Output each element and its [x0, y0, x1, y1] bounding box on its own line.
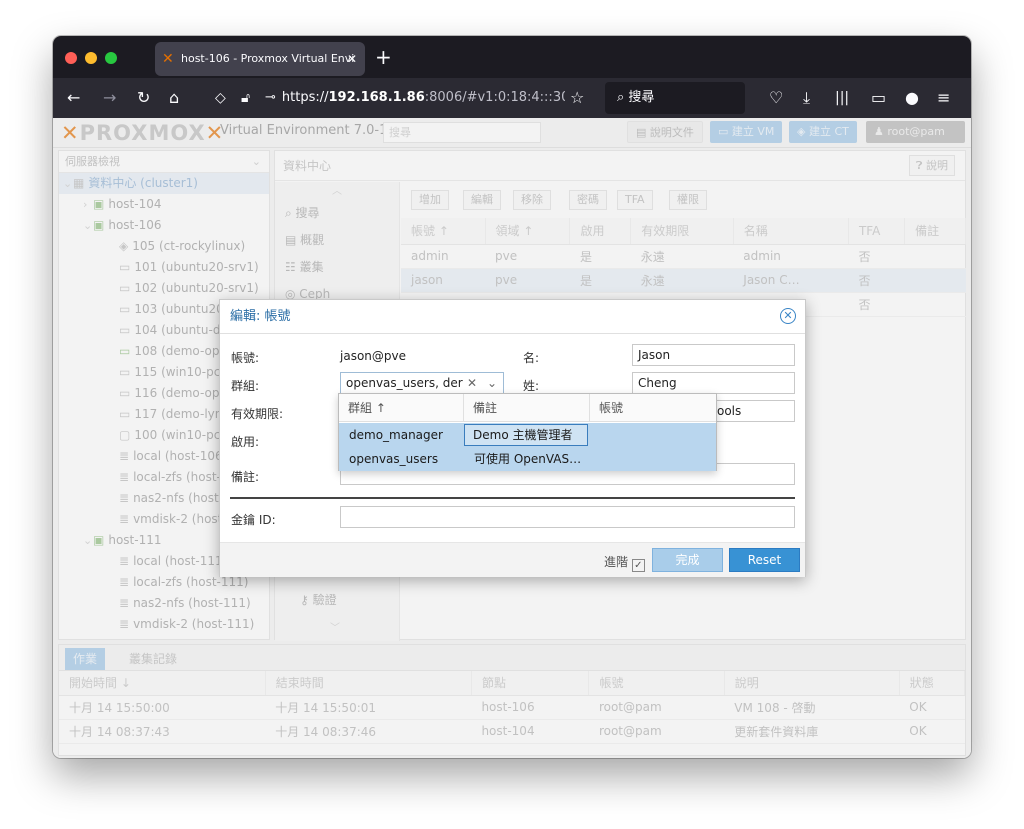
expire-label: 有效期限:: [231, 407, 284, 421]
enabled-label: 啟用:: [231, 435, 260, 449]
forward-icon[interactable]: →: [103, 86, 116, 110]
clear-icon[interactable]: ✕: [467, 373, 477, 393]
close-window-button[interactable]: [65, 52, 77, 64]
chevron-down-icon[interactable]: ⌄: [487, 373, 497, 393]
reload-icon[interactable]: ↻: [137, 86, 150, 110]
bookmark-star-icon[interactable]: ☆: [570, 86, 584, 110]
url-bar[interactable]: ⊸ https://192.168.1.86:8006/#v1:0:18:4:::…: [265, 83, 565, 113]
key-id-field[interactable]: [340, 506, 795, 528]
comment-label: 備註:: [231, 470, 260, 484]
browser-tab[interactable]: ✕ host-106 - Proxmox Virtual Envi ✕: [155, 42, 365, 76]
group-comment: Demo 主機管理者: [464, 424, 588, 446]
group-comment: 可使用 OpenVAS…: [474, 452, 582, 466]
group-option-row[interactable]: demo_manager Demo 主機管理者: [339, 423, 716, 447]
separator: [230, 497, 795, 499]
group-label: 群組:: [231, 379, 260, 393]
url-path: :8006/#v1:0:18:4:::30:6: [424, 90, 565, 105]
column-users[interactable]: 帳號: [590, 394, 716, 422]
browser-search[interactable]: ⌕ 搜尋: [605, 82, 745, 114]
downloads-icon[interactable]: ⤓: [803, 86, 810, 110]
menu-icon[interactable]: ≡: [937, 86, 950, 110]
browser-window: ✕ host-106 - Proxmox Virtual Envi ✕ + ← …: [53, 36, 971, 758]
ok-button[interactable]: 完成: [652, 548, 723, 572]
group-name: demo_manager: [349, 428, 443, 442]
advanced-checkbox[interactable]: ✓: [631, 559, 645, 572]
minimize-window-button[interactable]: [85, 52, 97, 64]
home-icon[interactable]: ⌂: [169, 86, 179, 110]
pocket-icon[interactable]: ♡: [769, 86, 783, 110]
proxmox-favicon-icon: ✕: [162, 51, 174, 67]
lastname-field[interactable]: Cheng: [632, 372, 795, 394]
advanced-toggle[interactable]: 進階 ✓: [604, 553, 645, 572]
key-icon: ⊸: [265, 90, 276, 105]
firstname-field[interactable]: Jason: [632, 344, 795, 366]
library-icon[interactable]: |||: [835, 86, 849, 110]
browser-search-label: 搜尋: [628, 90, 655, 105]
firstname-label: 名:: [523, 351, 540, 365]
sidebar-icon[interactable]: ▭: [871, 86, 886, 110]
close-icon[interactable]: ✕: [780, 308, 796, 324]
url-host: 192.168.1.86: [328, 90, 425, 105]
user-value: jason@pve: [340, 349, 406, 363]
new-tab-icon[interactable]: +: [375, 44, 392, 70]
tab-title: host-106 - Proxmox Virtual Envi: [181, 52, 355, 65]
group-value: openvas_users, der: [346, 376, 463, 390]
group-dropdown-header: 群組 ↑ 備註 帳號: [339, 394, 716, 422]
tab-bar: ✕ host-106 - Proxmox Virtual Envi ✕ +: [53, 36, 971, 78]
user-label: 帳號:: [231, 351, 260, 365]
navigation-bar: ← → ↻ ⌂ ◇ 🔓︎ ⊸ https://192.168.1.86:8006/…: [53, 78, 971, 118]
zoom-window-button[interactable]: [105, 52, 117, 64]
lastname-label: 姓:: [523, 379, 540, 393]
group-option-row[interactable]: openvas_users 可使用 OpenVAS…: [339, 447, 716, 471]
lock-warning-icon[interactable]: 🔓︎: [241, 86, 250, 110]
shield-icon[interactable]: ◇: [215, 86, 226, 110]
url-prefix: https://: [281, 90, 329, 105]
column-group[interactable]: 群組 ↑: [339, 394, 464, 422]
group-name: openvas_users: [349, 452, 439, 466]
column-comment[interactable]: 備註: [464, 394, 590, 422]
account-icon[interactable]: ●: [905, 86, 919, 110]
email-value: ools: [717, 404, 742, 418]
group-dropdown: 群組 ↑ 備註 帳號 demo_manager Demo 主機管理者 openv…: [338, 393, 717, 471]
back-icon[interactable]: ←: [67, 86, 80, 110]
dialog-footer: 進階 ✓ 完成 Reset: [220, 542, 805, 577]
reset-button[interactable]: Reset: [729, 548, 800, 572]
close-tab-icon[interactable]: ✕: [347, 42, 357, 76]
dialog-title: 編輯: 帳號 ✕: [220, 300, 805, 334]
search-icon: ⌕: [617, 90, 625, 105]
key-id-label: 金鑰 ID:: [231, 513, 276, 527]
group-selector[interactable]: openvas_users, der ✕ ⌄: [340, 372, 504, 394]
